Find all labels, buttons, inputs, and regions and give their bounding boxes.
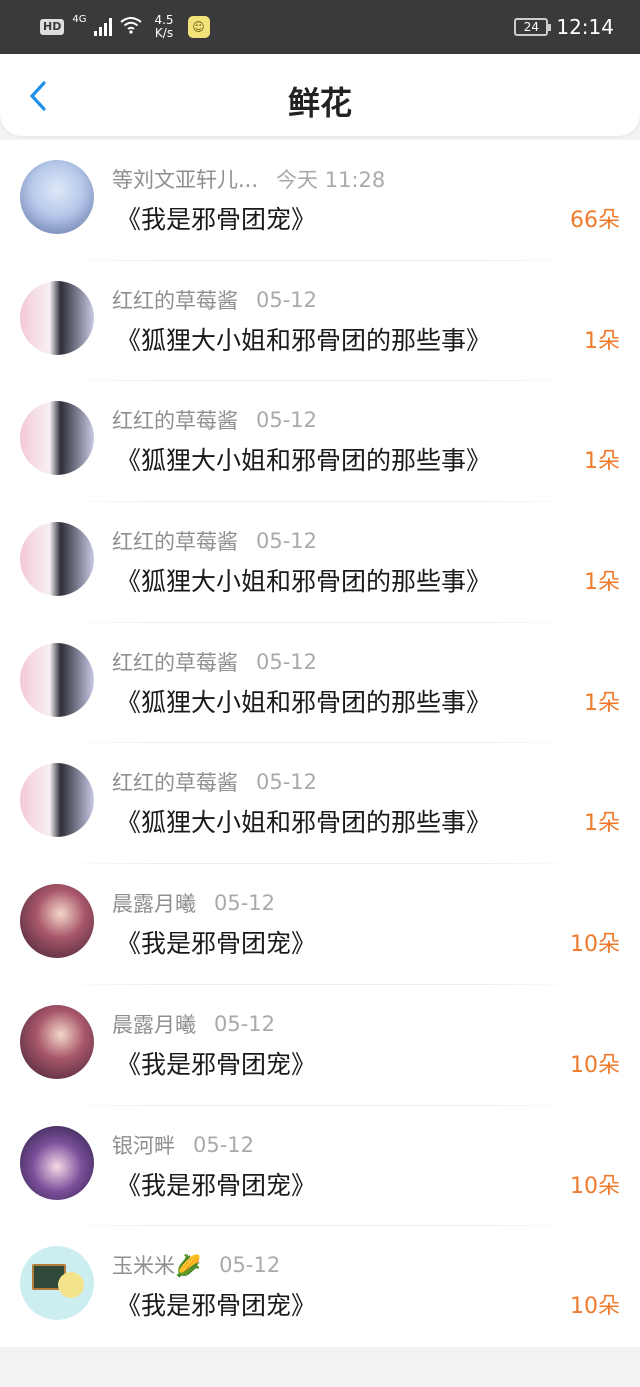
- signal-icon: [94, 18, 113, 36]
- flower-count: 10朵: [570, 932, 620, 958]
- avatar[interactable]: [20, 1004, 94, 1079]
- item-date: 05-12: [193, 1132, 255, 1157]
- user-name[interactable]: 红红的草莓酱: [112, 526, 238, 556]
- net-speed: 4.5 K/s: [154, 14, 173, 40]
- book-title[interactable]: 《我是邪骨团宠》: [116, 1166, 316, 1202]
- avatar[interactable]: [20, 1125, 94, 1200]
- item-meta: 晨露月曦 05-12: [112, 888, 275, 918]
- list-item[interactable]: 红红的草莓酱 05-12 《狐狸大小姐和邪骨团的那些事》 1朵: [0, 502, 640, 623]
- bottom-padding: [0, 1347, 640, 1387]
- battery-icon: 24: [514, 18, 552, 36]
- battery-level: 24: [523, 20, 539, 34]
- item-meta: 玉米米🌽 05-12: [112, 1250, 280, 1280]
- flower-count: 1朵: [584, 449, 620, 475]
- status-left: HD 4G 4.5 K/s ☺: [40, 14, 210, 40]
- list-item[interactable]: 晨露月曦 05-12 《我是邪骨团宠》 10朵: [0, 985, 640, 1106]
- user-name[interactable]: 晨露月曦: [112, 888, 196, 918]
- smiley-icon: [58, 1272, 84, 1299]
- list-item[interactable]: 银河畔 05-12 《我是邪骨团宠》 10朵: [0, 1106, 640, 1227]
- avatar[interactable]: [20, 522, 94, 597]
- item-date: 05-12: [214, 1011, 276, 1036]
- app-notification-icon: ☺: [187, 16, 210, 38]
- avatar[interactable]: [20, 280, 94, 355]
- flower-count: 10朵: [570, 1052, 620, 1078]
- wifi-icon: [120, 16, 143, 38]
- item-date: 05-12: [256, 770, 318, 795]
- book-title[interactable]: 《我是邪骨团宠》: [116, 924, 316, 960]
- user-name[interactable]: 红红的草莓酱: [112, 285, 238, 315]
- book-title[interactable]: 《我是邪骨团宠》: [116, 1286, 316, 1322]
- list-item[interactable]: 红红的草莓酱 05-12 《狐狸大小姐和邪骨团的那些事》 1朵: [0, 623, 640, 744]
- book-title[interactable]: 《狐狸大小姐和邪骨团的那些事》: [116, 441, 491, 477]
- clock: 12:14: [556, 15, 614, 39]
- item-date: 05-12: [256, 287, 318, 312]
- item-meta: 红红的草莓酱 05-12: [112, 405, 317, 435]
- item-date: 05-12: [256, 408, 318, 433]
- hd-badge: HD: [40, 19, 65, 35]
- user-name[interactable]: 玉米米🌽: [112, 1250, 201, 1280]
- item-meta: 红红的草莓酱 05-12: [112, 526, 317, 556]
- page-title: 鲜花: [287, 84, 352, 122]
- flower-list: 等刘文亚轩儿... 今天 11:28 《我是邪骨团宠》 66朵 红红的草莓酱 0…: [0, 140, 640, 1347]
- book-title[interactable]: 《狐狸大小姐和邪骨团的那些事》: [116, 683, 491, 719]
- net-speed-unit: K/s: [154, 26, 174, 40]
- item-meta: 等刘文亚轩儿... 今天 11:28: [112, 164, 385, 194]
- avatar[interactable]: [20, 642, 94, 717]
- user-name[interactable]: 红红的草莓酱: [112, 405, 238, 435]
- list-item[interactable]: 晨露月曦 05-12 《我是邪骨团宠》 10朵: [0, 864, 640, 985]
- flower-count: 10朵: [570, 1294, 620, 1320]
- flower-count: 1朵: [584, 570, 620, 596]
- item-meta: 银河畔 05-12: [112, 1130, 254, 1160]
- status-bar: HD 4G 4.5 K/s ☺ 24 12:14: [0, 0, 640, 54]
- flower-count: 10朵: [570, 1173, 620, 1199]
- status-right: 24 12:14: [514, 15, 614, 39]
- item-meta: 红红的草莓酱 05-12: [112, 647, 317, 677]
- list-item[interactable]: 红红的草莓酱 05-12 《狐狸大小姐和邪骨团的那些事》 1朵: [0, 381, 640, 503]
- item-meta: 红红的草莓酱 05-12: [112, 285, 317, 315]
- avatar[interactable]: [20, 884, 94, 959]
- avatar[interactable]: [20, 1246, 94, 1321]
- list-item[interactable]: 红红的草莓酱 05-12 《狐狸大小姐和邪骨团的那些事》 1朵: [0, 261, 640, 382]
- book-title[interactable]: 《狐狸大小姐和邪骨团的那些事》: [116, 562, 491, 598]
- flower-count: 66朵: [570, 208, 620, 233]
- user-name[interactable]: 红红的草莓酱: [112, 647, 238, 677]
- item-date: 05-12: [219, 1253, 281, 1278]
- item-date: 05-12: [214, 891, 276, 916]
- network-type: 4G: [72, 14, 87, 25]
- avatar[interactable]: [20, 160, 94, 234]
- list-item[interactable]: 红红的草莓酱 05-12 《狐狸大小姐和邪骨团的那些事》 1朵: [0, 743, 640, 865]
- list-item[interactable]: 等刘文亚轩儿... 今天 11:28 《我是邪骨团宠》 66朵: [0, 140, 640, 261]
- book-title[interactable]: 《狐狸大小姐和邪骨团的那些事》: [116, 321, 491, 357]
- book-title[interactable]: 《我是邪骨团宠》: [116, 200, 316, 236]
- book-title[interactable]: 《狐狸大小姐和邪骨团的那些事》: [116, 803, 491, 839]
- avatar[interactable]: [20, 763, 94, 838]
- user-name[interactable]: 红红的草莓酱: [112, 767, 238, 797]
- item-meta: 红红的草莓酱 05-12: [112, 767, 317, 797]
- user-name[interactable]: 银河畔: [112, 1130, 175, 1160]
- flower-count: 1朵: [584, 690, 620, 716]
- book-title[interactable]: 《我是邪骨团宠》: [116, 1045, 316, 1081]
- item-date: 今天 11:28: [276, 168, 386, 192]
- item-meta: 晨露月曦 05-12: [112, 1009, 275, 1039]
- list-item[interactable]: 玉米米🌽 05-12 《我是邪骨团宠》 10朵: [0, 1226, 640, 1347]
- item-date: 05-12: [256, 529, 318, 554]
- user-name[interactable]: 晨露月曦: [112, 1009, 196, 1039]
- flower-count: 1朵: [584, 328, 620, 354]
- item-date: 05-12: [256, 649, 318, 674]
- avatar[interactable]: [20, 401, 94, 476]
- user-name[interactable]: 等刘文亚轩儿...: [112, 164, 258, 194]
- flower-count: 1朵: [584, 811, 620, 837]
- net-speed-value: 4.5: [154, 13, 174, 27]
- header: 鲜花: [0, 54, 640, 136]
